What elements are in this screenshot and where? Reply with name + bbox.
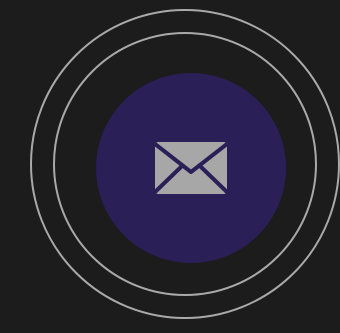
- mail-envelope-icon: [155, 142, 227, 194]
- mail-badge: [96, 73, 286, 263]
- mail-illustration-screen: [0, 0, 340, 333]
